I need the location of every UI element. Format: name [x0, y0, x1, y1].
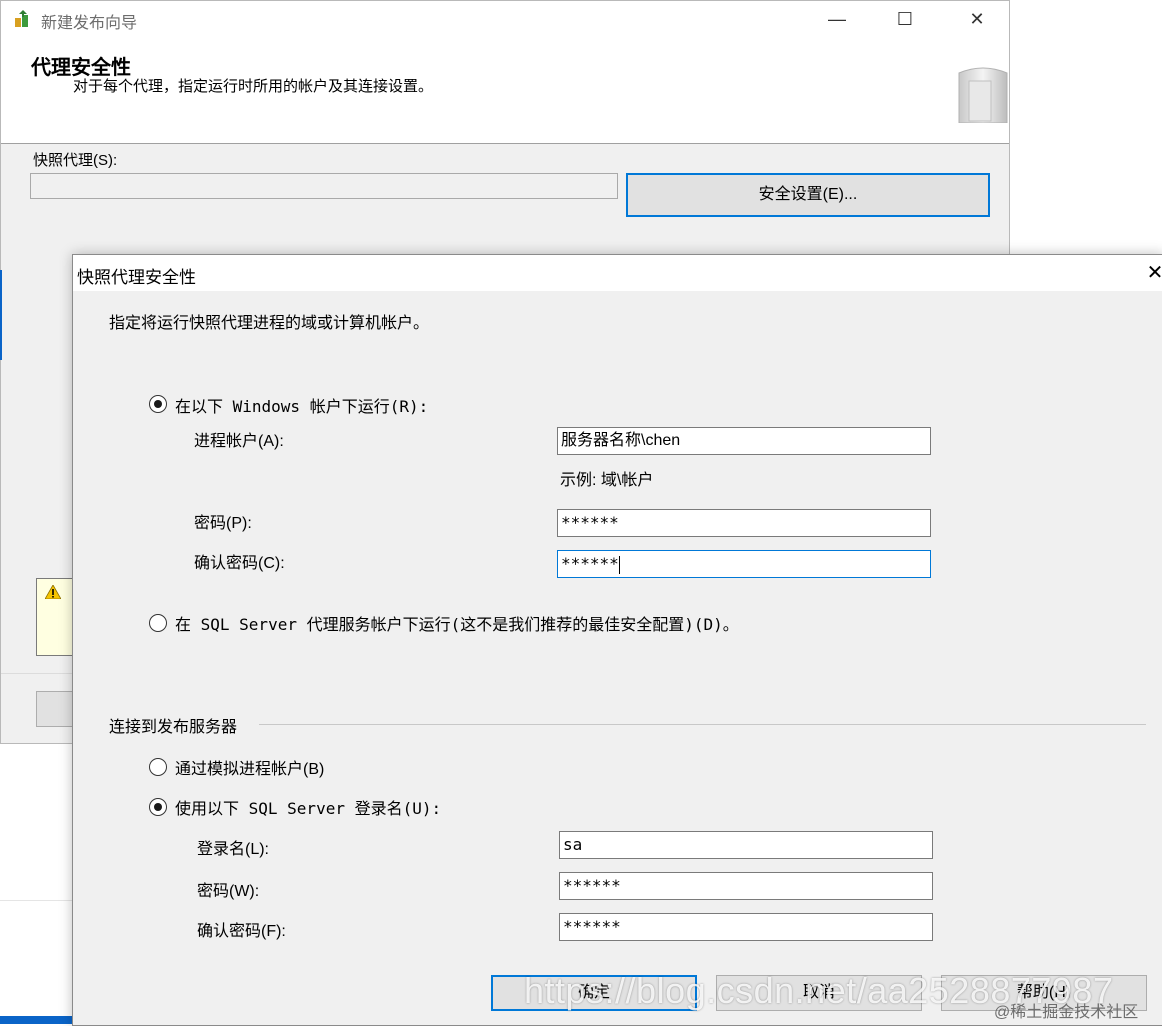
wizard-header: 代理安全性 对于每个代理，指定运行时所用的帐户及其连接设置。: [1, 37, 1009, 144]
radio-windows-account[interactable]: [149, 395, 167, 413]
minimize-icon[interactable]: —: [823, 7, 851, 31]
radio-sqlagent-account-label: 在 SQL Server 代理服务帐户下运行(这不是我们推荐的最佳安全配置)(D…: [175, 615, 739, 634]
wizard-close-icon[interactable]: ✕: [963, 7, 991, 31]
login-name-label: 登录名(L):: [197, 841, 270, 858]
snapshot-agent-label: 快照代理(S):: [33, 152, 118, 169]
login-confirm-password-label: 确认密码(F):: [197, 923, 286, 940]
wizard-title: 新建发布向导: [41, 15, 138, 32]
login-name-input[interactable]: sa: [559, 831, 933, 859]
wizard-page-description: 对于每个代理，指定运行时所用的帐户及其连接设置。: [73, 78, 434, 95]
maximize-icon[interactable]: ☐: [891, 7, 919, 31]
process-confirm-password-input[interactable]: ******: [557, 550, 931, 578]
radio-impersonate-process[interactable]: [149, 758, 167, 776]
login-confirm-password-input[interactable]: ******: [559, 913, 933, 941]
process-password-label: 密码(P):: [194, 515, 252, 532]
wizard-header-graphic-icon: [958, 67, 1008, 123]
radio-sqlagent-account[interactable]: [149, 614, 167, 632]
dialog-instruction: 指定将运行快照代理进程的域或计算机帐户。: [109, 315, 430, 332]
wizard-back-button[interactable]: [36, 691, 76, 727]
background-taskbar-strip: [0, 1016, 72, 1024]
background-divider: [0, 900, 72, 901]
process-account-label: 进程帐户(A):: [194, 433, 284, 450]
radio-sql-login-label: 使用以下 SQL Server 登录名(U):: [175, 799, 442, 818]
process-account-input[interactable]: 服务器名称\chen: [557, 427, 931, 455]
radio-windows-account-label: 在以下 Windows 帐户下运行(R):: [175, 397, 429, 416]
account-example-text: 示例: 域\帐户: [560, 472, 654, 489]
text-caret: [618, 555, 620, 574]
background-accent-strip: [0, 270, 2, 360]
radio-impersonate-process-label: 通过模拟进程帐户(B): [175, 761, 325, 778]
snapshot-agent-field: [30, 173, 618, 199]
login-password-input[interactable]: ******: [559, 872, 933, 900]
radio-sql-login[interactable]: [149, 798, 167, 816]
snapshot-agent-security-dialog: 快照代理安全性 ✕ 指定将运行快照代理进程的域或计算机帐户。 在以下 Windo…: [72, 254, 1162, 1026]
watermark-community: @稀土掘金技术社区: [994, 1004, 1139, 1021]
group-divider: [259, 724, 1146, 725]
login-password-label: 密码(W):: [197, 883, 260, 900]
security-settings-button[interactable]: 安全设置(E)...: [626, 173, 990, 217]
warning-icon: [45, 585, 61, 599]
warning-panel: [36, 578, 76, 656]
publisher-connection-group-title: 连接到发布服务器: [109, 713, 244, 737]
wizard-titlebar: 新建发布向导 — ☐ ✕: [1, 1, 1009, 37]
process-confirm-password-value: ******: [561, 554, 619, 573]
wizard-app-icon: [15, 10, 28, 27]
dialog-title: 快照代理安全性: [77, 268, 196, 287]
dialog-close-icon[interactable]: ✕: [1143, 261, 1162, 285]
process-confirm-password-label: 确认密码(C):: [194, 555, 285, 572]
process-password-input[interactable]: ******: [557, 509, 931, 537]
dialog-titlebar: 快照代理安全性 ✕: [73, 255, 1162, 291]
